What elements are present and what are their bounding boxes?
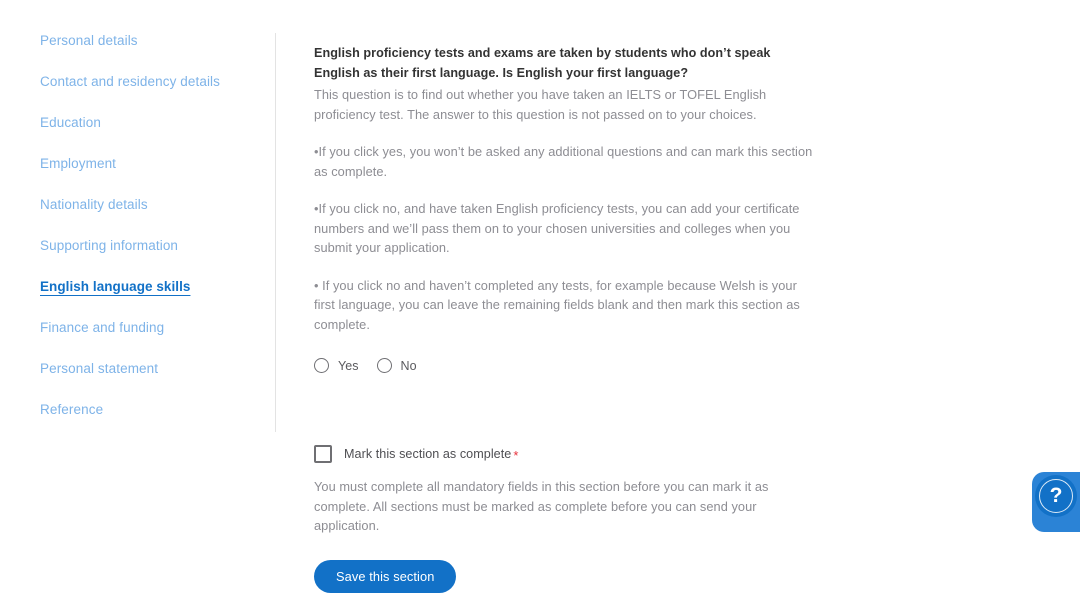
guidance-bullet-yes: •If you click yes, you won’t be asked an… (314, 144, 813, 179)
question-intro-text: This question is to find out whether you… (314, 87, 767, 122)
save-this-section-button[interactable]: Save this section (314, 559, 457, 593)
sidebar-item-personal-details[interactable]: Personal details (40, 33, 275, 49)
help-widget-container: ? (1032, 472, 1080, 532)
checkbox-square-icon[interactable] (314, 445, 332, 463)
mark-section-complete-label: Mark this section as complete (344, 447, 512, 461)
sidebar-item-finance-and-funding[interactable]: Finance and funding (40, 320, 275, 336)
required-asterisk: * (513, 447, 519, 463)
guidance-bullet-no-with-tests: •If you click no, and have taken English… (314, 201, 800, 255)
radio-option-yes[interactable]: Yes (314, 358, 359, 373)
mark-section-complete-checkbox-row[interactable]: Mark this section as complete * (314, 445, 814, 463)
english-language-skills-form: English proficiency tests and exams are … (314, 44, 814, 593)
radio-label-yes: Yes (338, 358, 359, 373)
sidebar-item-employment[interactable]: Employment (40, 156, 275, 172)
help-button[interactable]: ? (1035, 475, 1077, 517)
sidebar-item-supporting-information[interactable]: Supporting information (40, 238, 275, 254)
section-navigation-sidebar: Personal details Contact and residency d… (0, 33, 275, 443)
sidebar-item-education[interactable]: Education (40, 115, 275, 131)
radio-label-no: No (400, 358, 417, 373)
sidebar-item-contact-and-residency-details[interactable]: Contact and residency details (40, 74, 275, 90)
sidebar-item-english-language-skills[interactable]: English language skills (40, 279, 275, 295)
radio-circle-icon-yes[interactable] (314, 358, 329, 373)
first-language-radio-group: Yes No (314, 358, 814, 373)
sidebar-item-nationality-details[interactable]: Nationality details (40, 197, 275, 213)
question-heading: English proficiency tests and exams are … (314, 46, 771, 80)
mandatory-fields-helper-text: You must complete all mandatory fields i… (314, 479, 769, 533)
sidebar-item-reference[interactable]: Reference (40, 402, 275, 418)
question-mark-icon: ? (1049, 484, 1063, 507)
guidance-bullet-no-without-tests: • If you click no and haven’t completed … (314, 277, 800, 332)
sidebar-item-personal-statement[interactable]: Personal statement (40, 361, 275, 377)
sidebar-content-divider (275, 33, 276, 432)
radio-circle-icon-no[interactable] (376, 358, 392, 373)
application-page: Personal details Contact and residency d… (0, 0, 1080, 593)
radio-option-no[interactable]: No (376, 358, 417, 373)
